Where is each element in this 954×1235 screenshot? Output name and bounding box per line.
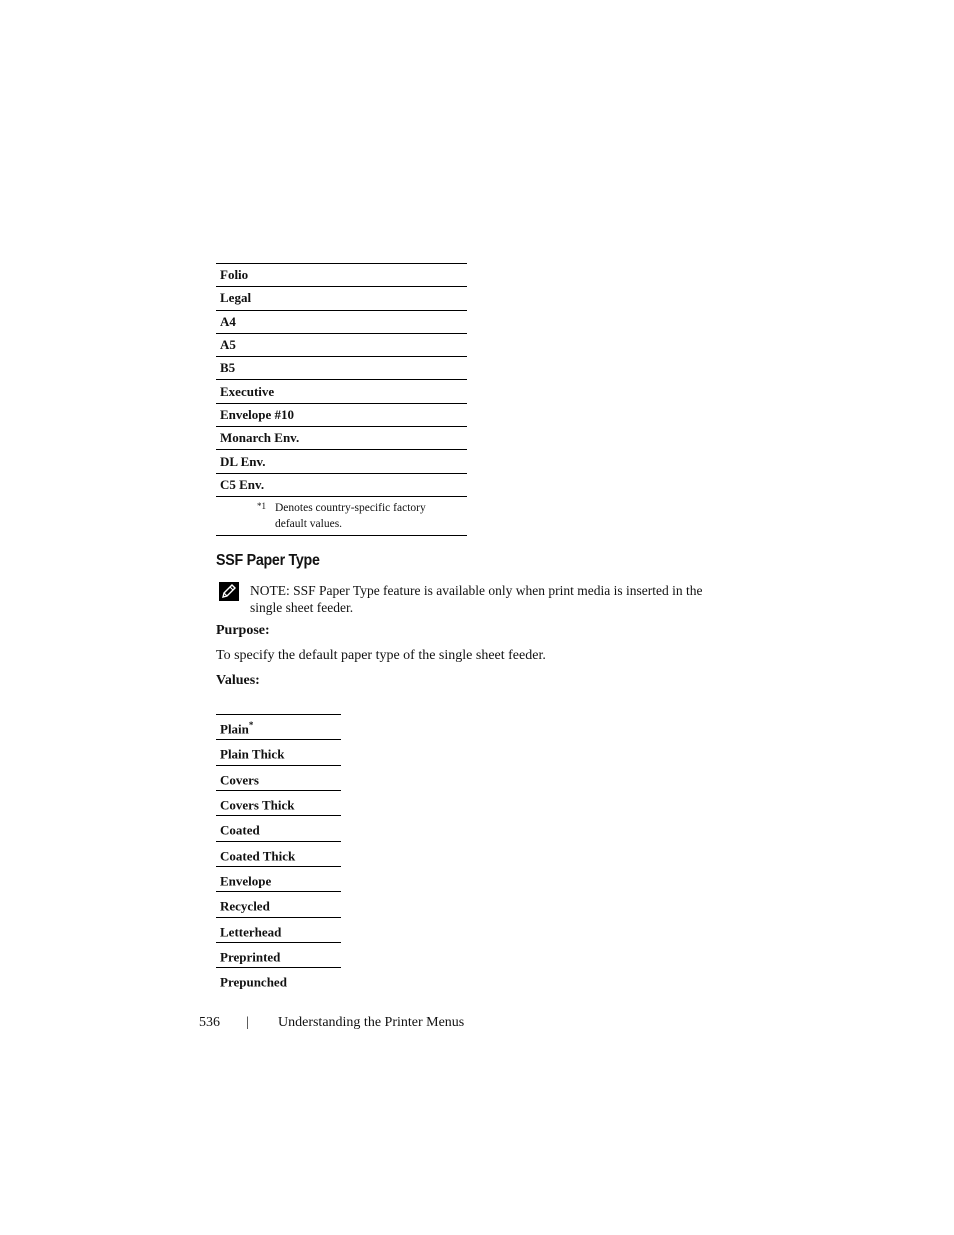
table-cell: C5 Env. [216, 472, 467, 497]
table-cell: Letterhead [216, 916, 341, 943]
value-label: Plain [220, 721, 249, 737]
table-cell: Envelope #10 [216, 402, 467, 427]
table-row: A5 [216, 332, 467, 357]
table-cell: Executive [216, 379, 467, 404]
paper-type-table: Plain* Plain Thick Covers Covers Thick Coate… [216, 713, 341, 993]
value-label: Prepunched [220, 974, 287, 990]
table-cell: Envelope [216, 865, 341, 892]
table-row: Prepunched [216, 967, 341, 993]
paper-size-table: Folio Legal A4 A5 B5 Executive Envelope … [216, 262, 467, 536]
table-row: Coated Thick [216, 840, 341, 867]
table-cell: Legal [216, 286, 467, 311]
table-cell: Folio [216, 262, 467, 287]
table-cell: Recycled [216, 891, 341, 918]
purpose-label: Purpose: [216, 623, 270, 638]
footnote-mark: *1 [257, 500, 266, 511]
default-marker: * [248, 720, 254, 730]
value-label: Preprinted [220, 949, 281, 965]
table-cell: A5 [216, 332, 467, 357]
value-label: Covers Thick [220, 797, 295, 813]
table-cell: DL Env. [216, 449, 467, 474]
note-text: NOTE: SSF Paper Type feature is availabl… [250, 583, 703, 615]
table-cell: Coated [216, 815, 341, 842]
purpose-text: To specify the default paper type of the… [216, 648, 546, 663]
table-cell: B5 [216, 356, 467, 380]
value-label: Covers [220, 771, 259, 787]
value-label: Plain Thick [220, 746, 285, 762]
value-label: Coated Thick [220, 847, 296, 863]
table-cell: Covers [216, 764, 341, 791]
value-label: Coated [220, 822, 260, 838]
table-row: B5 [216, 356, 467, 380]
pencil-note-icon [219, 582, 239, 601]
table-cell: Prepunched [216, 967, 341, 993]
table-row: Covers Thick [216, 789, 341, 816]
footnote-text: Denotes country-specific factory default… [275, 501, 426, 530]
table-row: C5 Env. [216, 472, 467, 497]
table-row: Plain Thick [216, 739, 341, 766]
table-cell: Plain Thick [216, 739, 341, 766]
page-number: 536 [199, 1015, 220, 1030]
table-row: Envelope [216, 865, 341, 892]
section-heading: SSF Paper Type [216, 552, 320, 569]
table-row: Coated [216, 815, 341, 842]
value-label: Recycled [220, 898, 270, 914]
table-cell: Plain* [216, 713, 341, 740]
table-row: Executive [216, 379, 467, 404]
table-row: Monarch Env. [216, 426, 467, 450]
table-row: Folio [216, 262, 467, 287]
footer-separator: | [246, 1015, 249, 1030]
table-row: Plain* [216, 713, 341, 740]
table-cell: A4 [216, 309, 467, 334]
table-row: DL Env. [216, 449, 467, 474]
table-row: A4 [216, 309, 467, 334]
table-cell: Monarch Env. [216, 426, 467, 450]
values-label: Values: [216, 673, 260, 688]
table-row: Preprinted [216, 941, 341, 968]
value-label: Envelope [220, 873, 272, 889]
table-cell: Covers Thick [216, 789, 341, 816]
table-cell: Coated Thick [216, 840, 341, 867]
value-label: Letterhead [220, 923, 282, 939]
table-row: Legal [216, 286, 467, 311]
table-cell: Preprinted [216, 941, 341, 968]
table-row: Letterhead [216, 916, 341, 943]
footnote-row: *1 Denotes country-specific factory defa… [216, 495, 467, 536]
chapter-title: Understanding the Printer Menus [278, 1015, 465, 1030]
table-row: Recycled [216, 891, 341, 918]
table-row: Envelope #10 [216, 402, 467, 427]
table-row: Covers [216, 764, 341, 791]
